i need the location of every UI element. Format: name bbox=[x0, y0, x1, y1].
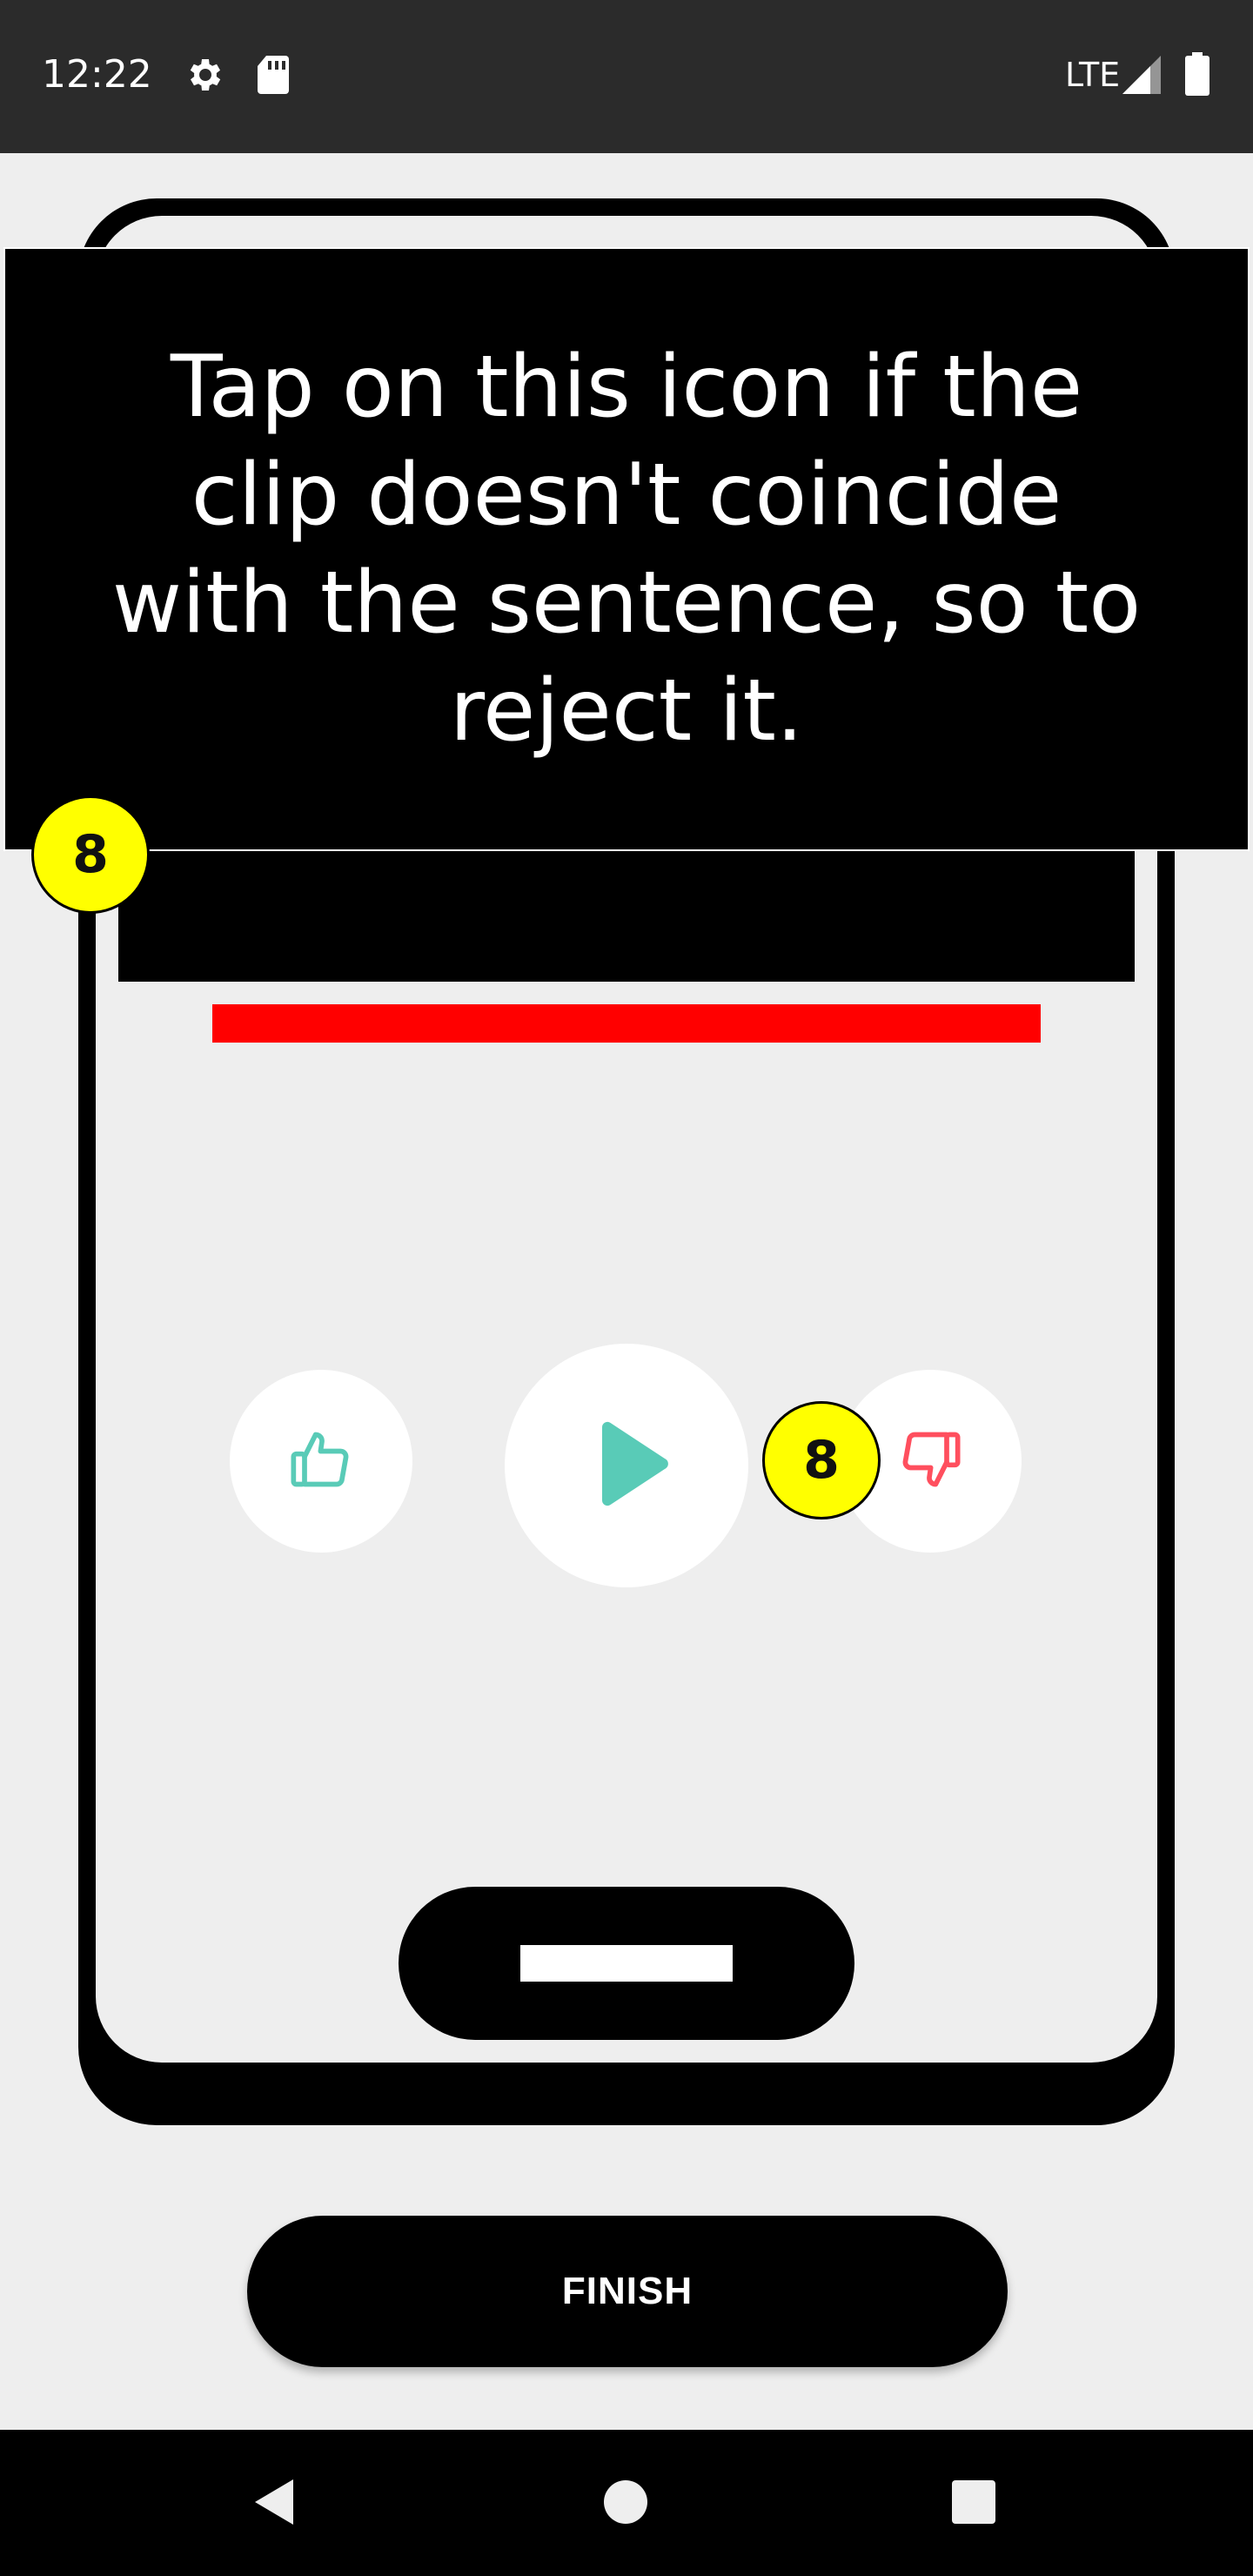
sentence-card bbox=[118, 835, 1135, 982]
navigation-bar bbox=[0, 2430, 1253, 2576]
back-icon bbox=[251, 2476, 300, 2532]
tooltip-text: Tap on this icon if the clip doesn't coi… bbox=[111, 338, 1142, 761]
signal-icon bbox=[1122, 56, 1163, 98]
progress-bar bbox=[212, 1004, 1041, 1043]
app-screen: 12:22 LTE Tap on this icon if the clip d… bbox=[0, 0, 1253, 2576]
thumbs-up-icon bbox=[288, 1426, 354, 1497]
phone-home-indicator bbox=[520, 1945, 733, 1982]
step-badge-top: 8 bbox=[31, 795, 150, 914]
phone-home-pill bbox=[399, 1887, 854, 2040]
thumbs-down-icon bbox=[897, 1426, 963, 1497]
home-icon bbox=[603, 2479, 648, 2529]
status-time: 12:22 bbox=[42, 52, 152, 97]
home-button[interactable] bbox=[586, 2465, 665, 2543]
recents-button[interactable] bbox=[935, 2465, 1013, 2543]
network-type: LTE bbox=[1065, 56, 1121, 94]
sd-card-icon bbox=[254, 54, 292, 100]
recents-icon bbox=[951, 2479, 996, 2529]
approve-button[interactable] bbox=[230, 1370, 412, 1553]
battery-icon bbox=[1185, 52, 1209, 100]
finish-button[interactable]: FINISH bbox=[247, 2216, 1008, 2367]
settings-icon bbox=[184, 54, 226, 100]
back-button[interactable] bbox=[237, 2465, 315, 2543]
status-bar: 12:22 LTE bbox=[0, 0, 1253, 153]
play-icon bbox=[592, 1419, 675, 1513]
play-button[interactable] bbox=[505, 1344, 748, 1587]
tutorial-tooltip[interactable]: Tap on this icon if the clip doesn't coi… bbox=[3, 247, 1250, 851]
step-badge-reject: 8 bbox=[762, 1401, 881, 1519]
